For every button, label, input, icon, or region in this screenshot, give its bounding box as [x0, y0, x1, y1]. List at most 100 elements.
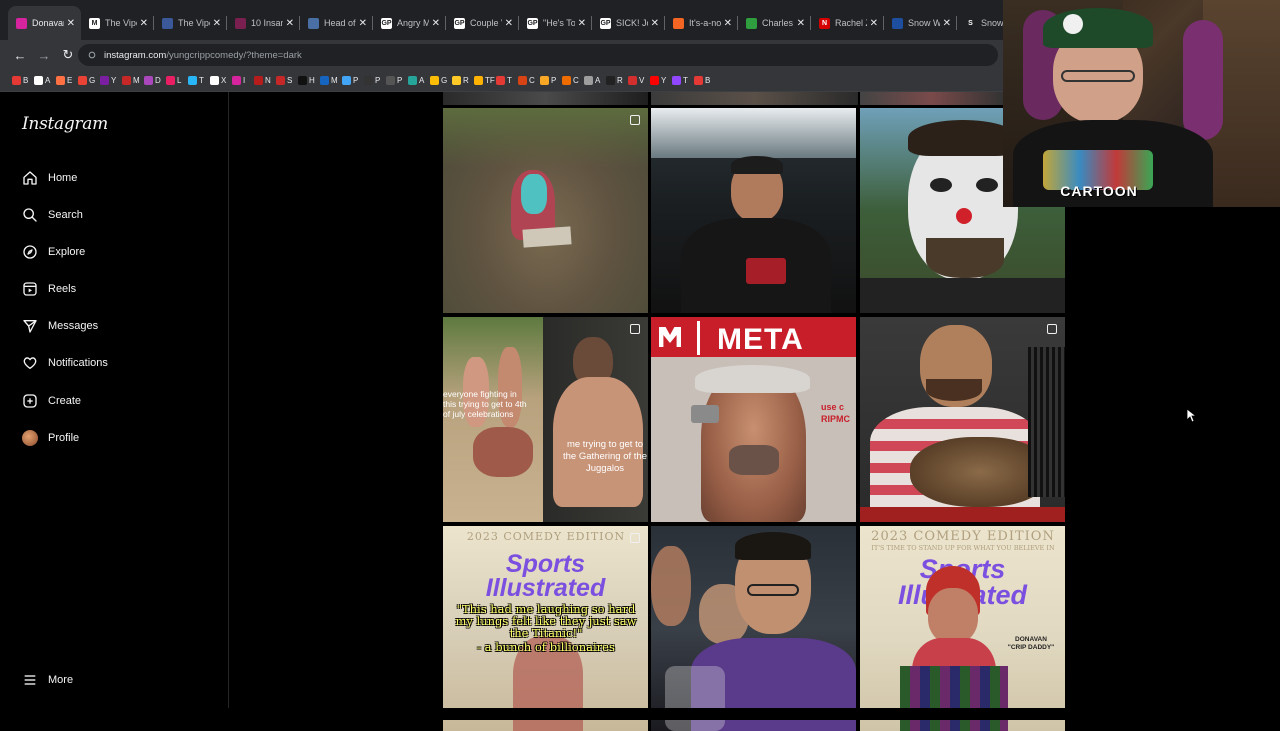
back-icon[interactable]: ←: [10, 45, 30, 65]
post-thumbnail[interactable]: 2023 COMEDY EDITION IT'S TIME TO STAND U…: [860, 526, 1065, 731]
close-tab-icon[interactable]: ✕: [67, 18, 75, 29]
bookmark-item[interactable]: N: [254, 76, 272, 85]
sidebar-item-explore[interactable]: Explore: [12, 236, 217, 268]
post-thumbnail[interactable]: [860, 92, 1003, 105]
sidebar-item-label: Create: [48, 395, 82, 407]
post-caption: "This had me laughing so hard my lungs f…: [455, 602, 637, 640]
browser-tab[interactable]: Donavan✕: [8, 6, 81, 40]
bookmark-item[interactable]: P: [342, 76, 360, 85]
post-thumbnail[interactable]: META use c RIPMC: [651, 317, 856, 522]
sidebar-item-more[interactable]: More: [12, 664, 217, 696]
multi-post-icon: [630, 533, 640, 543]
sidebar-item-reels[interactable]: Reels: [12, 273, 217, 305]
bookmark-item[interactable]: E: [56, 76, 74, 85]
browser-tab[interactable]: GP Couple V✕: [446, 6, 519, 40]
bookmark-item[interactable]: C: [562, 76, 580, 85]
close-tab-icon[interactable]: ✕: [724, 18, 732, 29]
browser-tab[interactable]: Head of ✕: [300, 6, 373, 40]
bookmark-favicon-icon: [34, 76, 43, 85]
browser-tab[interactable]: Charles ✕: [738, 6, 811, 40]
bookmark-item[interactable]: R: [606, 76, 624, 85]
forward-icon[interactable]: →: [34, 45, 54, 65]
bookmark-item[interactable]: I: [232, 76, 250, 85]
post-thumbnail[interactable]: [651, 526, 856, 731]
close-tab-icon[interactable]: ✕: [432, 18, 440, 29]
close-tab-icon[interactable]: ✕: [505, 18, 513, 29]
bookmark-item[interactable]: C: [518, 76, 536, 85]
reload-icon[interactable]: ↻: [58, 45, 78, 65]
post-thumbnail[interactable]: [860, 317, 1065, 522]
tab-label: 10 Insan: [251, 18, 283, 28]
post-thumbnail[interactable]: [651, 108, 856, 313]
post-caption: me trying to get to the Gathering of the…: [563, 439, 647, 474]
browser-tab[interactable]: M The Vipe✕: [81, 6, 154, 40]
sidebar-item-search[interactable]: Search: [12, 199, 217, 231]
sidebar-item-profile[interactable]: Profile: [12, 422, 217, 454]
browser-tab[interactable]: Snow W ✕: [884, 6, 957, 40]
bookmark-item[interactable]: B: [12, 76, 30, 85]
bookmark-item[interactable]: T: [496, 76, 514, 85]
bookmark-item[interactable]: G: [430, 76, 448, 85]
site-info-icon[interactable]: [88, 51, 96, 59]
bookmark-item[interactable]: T: [672, 76, 690, 85]
bookmark-item[interactable]: Y: [100, 76, 118, 85]
bookmark-item[interactable]: TF: [474, 76, 495, 85]
browser-tab[interactable]: N Rachel Z✕: [811, 6, 884, 40]
post-thumbnail[interactable]: 2023 COMEDY EDITION Sports Illustrated "…: [443, 526, 648, 731]
close-tab-icon[interactable]: ✕: [870, 18, 878, 29]
instagram-logo[interactable]: Instagram: [22, 114, 108, 134]
tab-favicon-icon: [16, 17, 27, 29]
close-tab-icon[interactable]: ✕: [578, 18, 586, 29]
browser-tab[interactable]: GP Angry M ✕: [373, 6, 446, 40]
sidebar-item-home[interactable]: Home: [12, 162, 217, 194]
address-bar[interactable]: instagram.com/yungcrippcomedy/?theme=dar…: [78, 44, 998, 66]
bookmark-item[interactable]: D: [144, 76, 162, 85]
bookmark-item[interactable]: M: [320, 76, 338, 85]
post-thumbnail[interactable]: [443, 92, 648, 105]
bookmark-item[interactable]: M: [122, 76, 140, 85]
close-tab-icon[interactable]: ✕: [213, 18, 221, 29]
bookmark-item[interactable]: A: [34, 76, 52, 85]
bookmark-item[interactable]: S: [276, 76, 294, 85]
bookmark-item[interactable]: R: [452, 76, 470, 85]
tab-label: Rachel Z: [835, 18, 867, 28]
bookmark-item[interactable]: P: [364, 76, 382, 85]
post-thumbnail[interactable]: [443, 108, 648, 313]
bookmark-item[interactable]: L: [166, 76, 184, 85]
browser-tab[interactable]: GP "He's To ✕: [519, 6, 592, 40]
sidebar-item-messages[interactable]: Messages: [12, 310, 217, 342]
close-tab-icon[interactable]: ✕: [797, 18, 805, 29]
sidebar-item-notifications[interactable]: Notifications: [12, 347, 217, 379]
bookmark-label: M: [133, 76, 140, 85]
close-tab-icon[interactable]: ✕: [140, 18, 148, 29]
browser-tab[interactable]: GP SICK! Jo✕: [592, 6, 665, 40]
bookmark-item[interactable]: T: [188, 76, 206, 85]
bookmark-item[interactable]: A: [584, 76, 602, 85]
bookmark-item[interactable]: A: [408, 76, 426, 85]
bookmark-label: Y: [111, 76, 117, 85]
browser-tab[interactable]: The Vipe✕: [154, 6, 227, 40]
bookmark-favicon-icon: [12, 76, 21, 85]
menu-icon: [24, 675, 36, 685]
close-tab-icon[interactable]: ✕: [359, 18, 367, 29]
post-thumbnail[interactable]: everyone fighting in this trying to get …: [443, 317, 648, 522]
bookmark-item[interactable]: Y: [650, 76, 668, 85]
tab-label: "He's To: [543, 18, 575, 28]
bookmark-item[interactable]: B: [694, 76, 712, 85]
bookmark-label: G: [441, 76, 448, 85]
post-thumbnail[interactable]: [651, 92, 858, 105]
bookmark-item[interactable]: X: [210, 76, 228, 85]
bookmark-favicon-icon: [540, 76, 549, 85]
close-tab-icon[interactable]: ✕: [651, 18, 659, 29]
close-tab-icon[interactable]: ✕: [943, 18, 951, 29]
browser-tab[interactable]: 10 Insan ✕: [227, 6, 300, 40]
sidebar-item-label: Explore: [48, 246, 86, 258]
close-tab-icon[interactable]: ✕: [286, 18, 294, 29]
bookmark-item[interactable]: P: [540, 76, 558, 85]
sidebar-item-create[interactable]: Create: [12, 385, 217, 417]
bookmark-item[interactable]: P: [386, 76, 404, 85]
browser-tab[interactable]: It's-a-no ✕: [665, 6, 738, 40]
bookmark-item[interactable]: H: [298, 76, 316, 85]
bookmark-item[interactable]: V: [628, 76, 646, 85]
bookmark-item[interactable]: G: [78, 76, 96, 85]
